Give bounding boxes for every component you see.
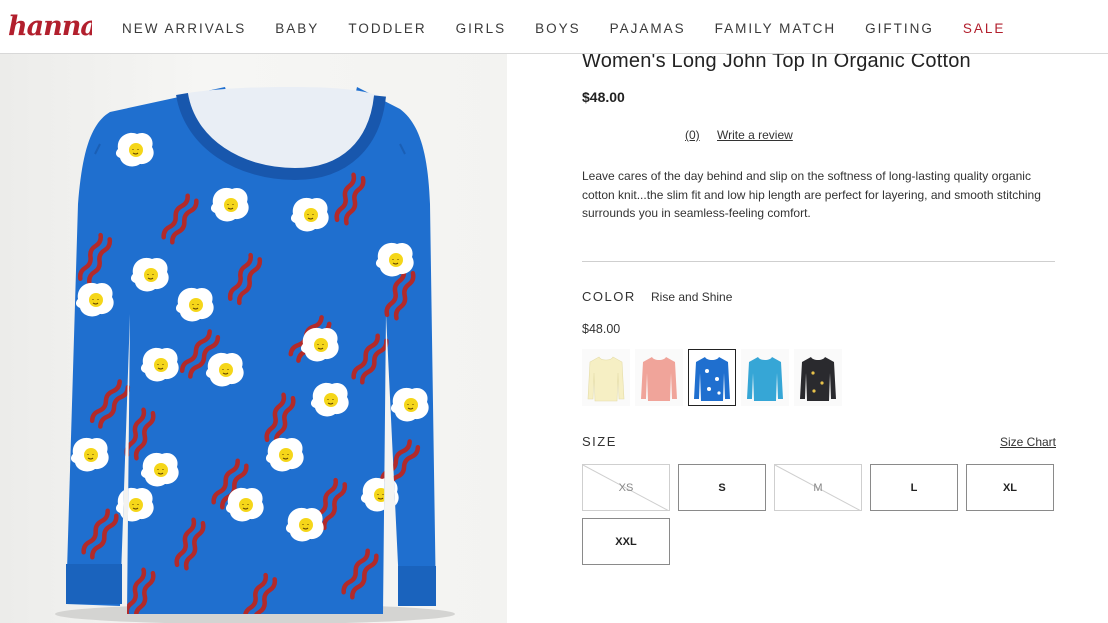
main-nav: NEW ARRIVALS BABY TODDLER GIRLS BOYS PAJ… bbox=[122, 21, 1034, 36]
color-label: COLOR bbox=[582, 289, 636, 304]
selected-color-name: Rise and Shine bbox=[651, 290, 733, 304]
shirt-thumbnail-icon bbox=[587, 356, 625, 401]
size-option-xl[interactable]: XL bbox=[966, 464, 1054, 511]
color-swatch-rise-and-shine[interactable] bbox=[688, 349, 736, 406]
long-john-top-image bbox=[55, 87, 455, 623]
reviews-row: (0) Write a review bbox=[685, 128, 793, 142]
write-review-link[interactable]: Write a review bbox=[717, 128, 793, 142]
nav-sale[interactable]: SALE bbox=[963, 21, 1006, 36]
size-label-m: M bbox=[813, 481, 823, 494]
nav-baby[interactable]: BABY bbox=[275, 21, 319, 36]
review-count-link[interactable]: (0) bbox=[685, 128, 700, 142]
nav-family-match[interactable]: FAMILY MATCH bbox=[715, 21, 837, 36]
nav-pajamas[interactable]: PAJAMAS bbox=[610, 21, 686, 36]
svg-text:hanna: hanna bbox=[8, 11, 92, 42]
divider bbox=[582, 261, 1055, 262]
nav-boys[interactable]: BOYS bbox=[535, 21, 581, 36]
nav-girls[interactable]: GIRLS bbox=[456, 21, 507, 36]
size-label-xs: XS bbox=[618, 481, 634, 494]
shirt-thumbnail-icon bbox=[641, 356, 677, 401]
nav-new-arrivals[interactable]: NEW ARRIVALS bbox=[122, 21, 246, 36]
size-label-xl: XL bbox=[1002, 481, 1018, 494]
site-header: hanna NEW ARRIVALS BABY TODDLER GIRLS BO… bbox=[0, 0, 1108, 54]
size-label: SIZE bbox=[582, 434, 617, 449]
color-swatch-aqua[interactable] bbox=[741, 349, 789, 406]
product-description: Leave cares of the day behind and slip o… bbox=[582, 169, 1041, 220]
size-option-xs[interactable]: XS bbox=[582, 464, 670, 511]
shirt-thumbnail-icon bbox=[694, 356, 730, 401]
product-image[interactable] bbox=[0, 54, 507, 623]
size-option-s[interactable]: S bbox=[678, 464, 766, 511]
shirt-thumbnail-icon bbox=[800, 356, 836, 401]
size-label-xxl: XXL bbox=[615, 535, 637, 548]
size-label-l: L bbox=[910, 481, 918, 494]
size-chart-link[interactable]: Size Chart bbox=[1000, 435, 1056, 449]
product-price: $48.00 bbox=[582, 89, 625, 105]
size-option-xxl[interactable]: XXL bbox=[582, 518, 670, 565]
nav-gifting[interactable]: GIFTING bbox=[865, 21, 934, 36]
color-swatch-cream[interactable] bbox=[582, 349, 630, 406]
shirt-thumbnail-icon bbox=[747, 356, 783, 401]
size-label-s: S bbox=[718, 481, 726, 494]
color-swatches bbox=[582, 349, 847, 406]
hanna-logo[interactable]: hanna bbox=[8, 6, 98, 46]
size-option-l[interactable]: L bbox=[870, 464, 958, 511]
color-swatch-pink[interactable] bbox=[635, 349, 683, 406]
swatch-price: $48.00 bbox=[582, 322, 621, 336]
size-option-m[interactable]: M bbox=[774, 464, 862, 511]
nav-toddler[interactable]: TODDLER bbox=[348, 21, 426, 36]
color-swatch-black[interactable] bbox=[794, 349, 842, 406]
